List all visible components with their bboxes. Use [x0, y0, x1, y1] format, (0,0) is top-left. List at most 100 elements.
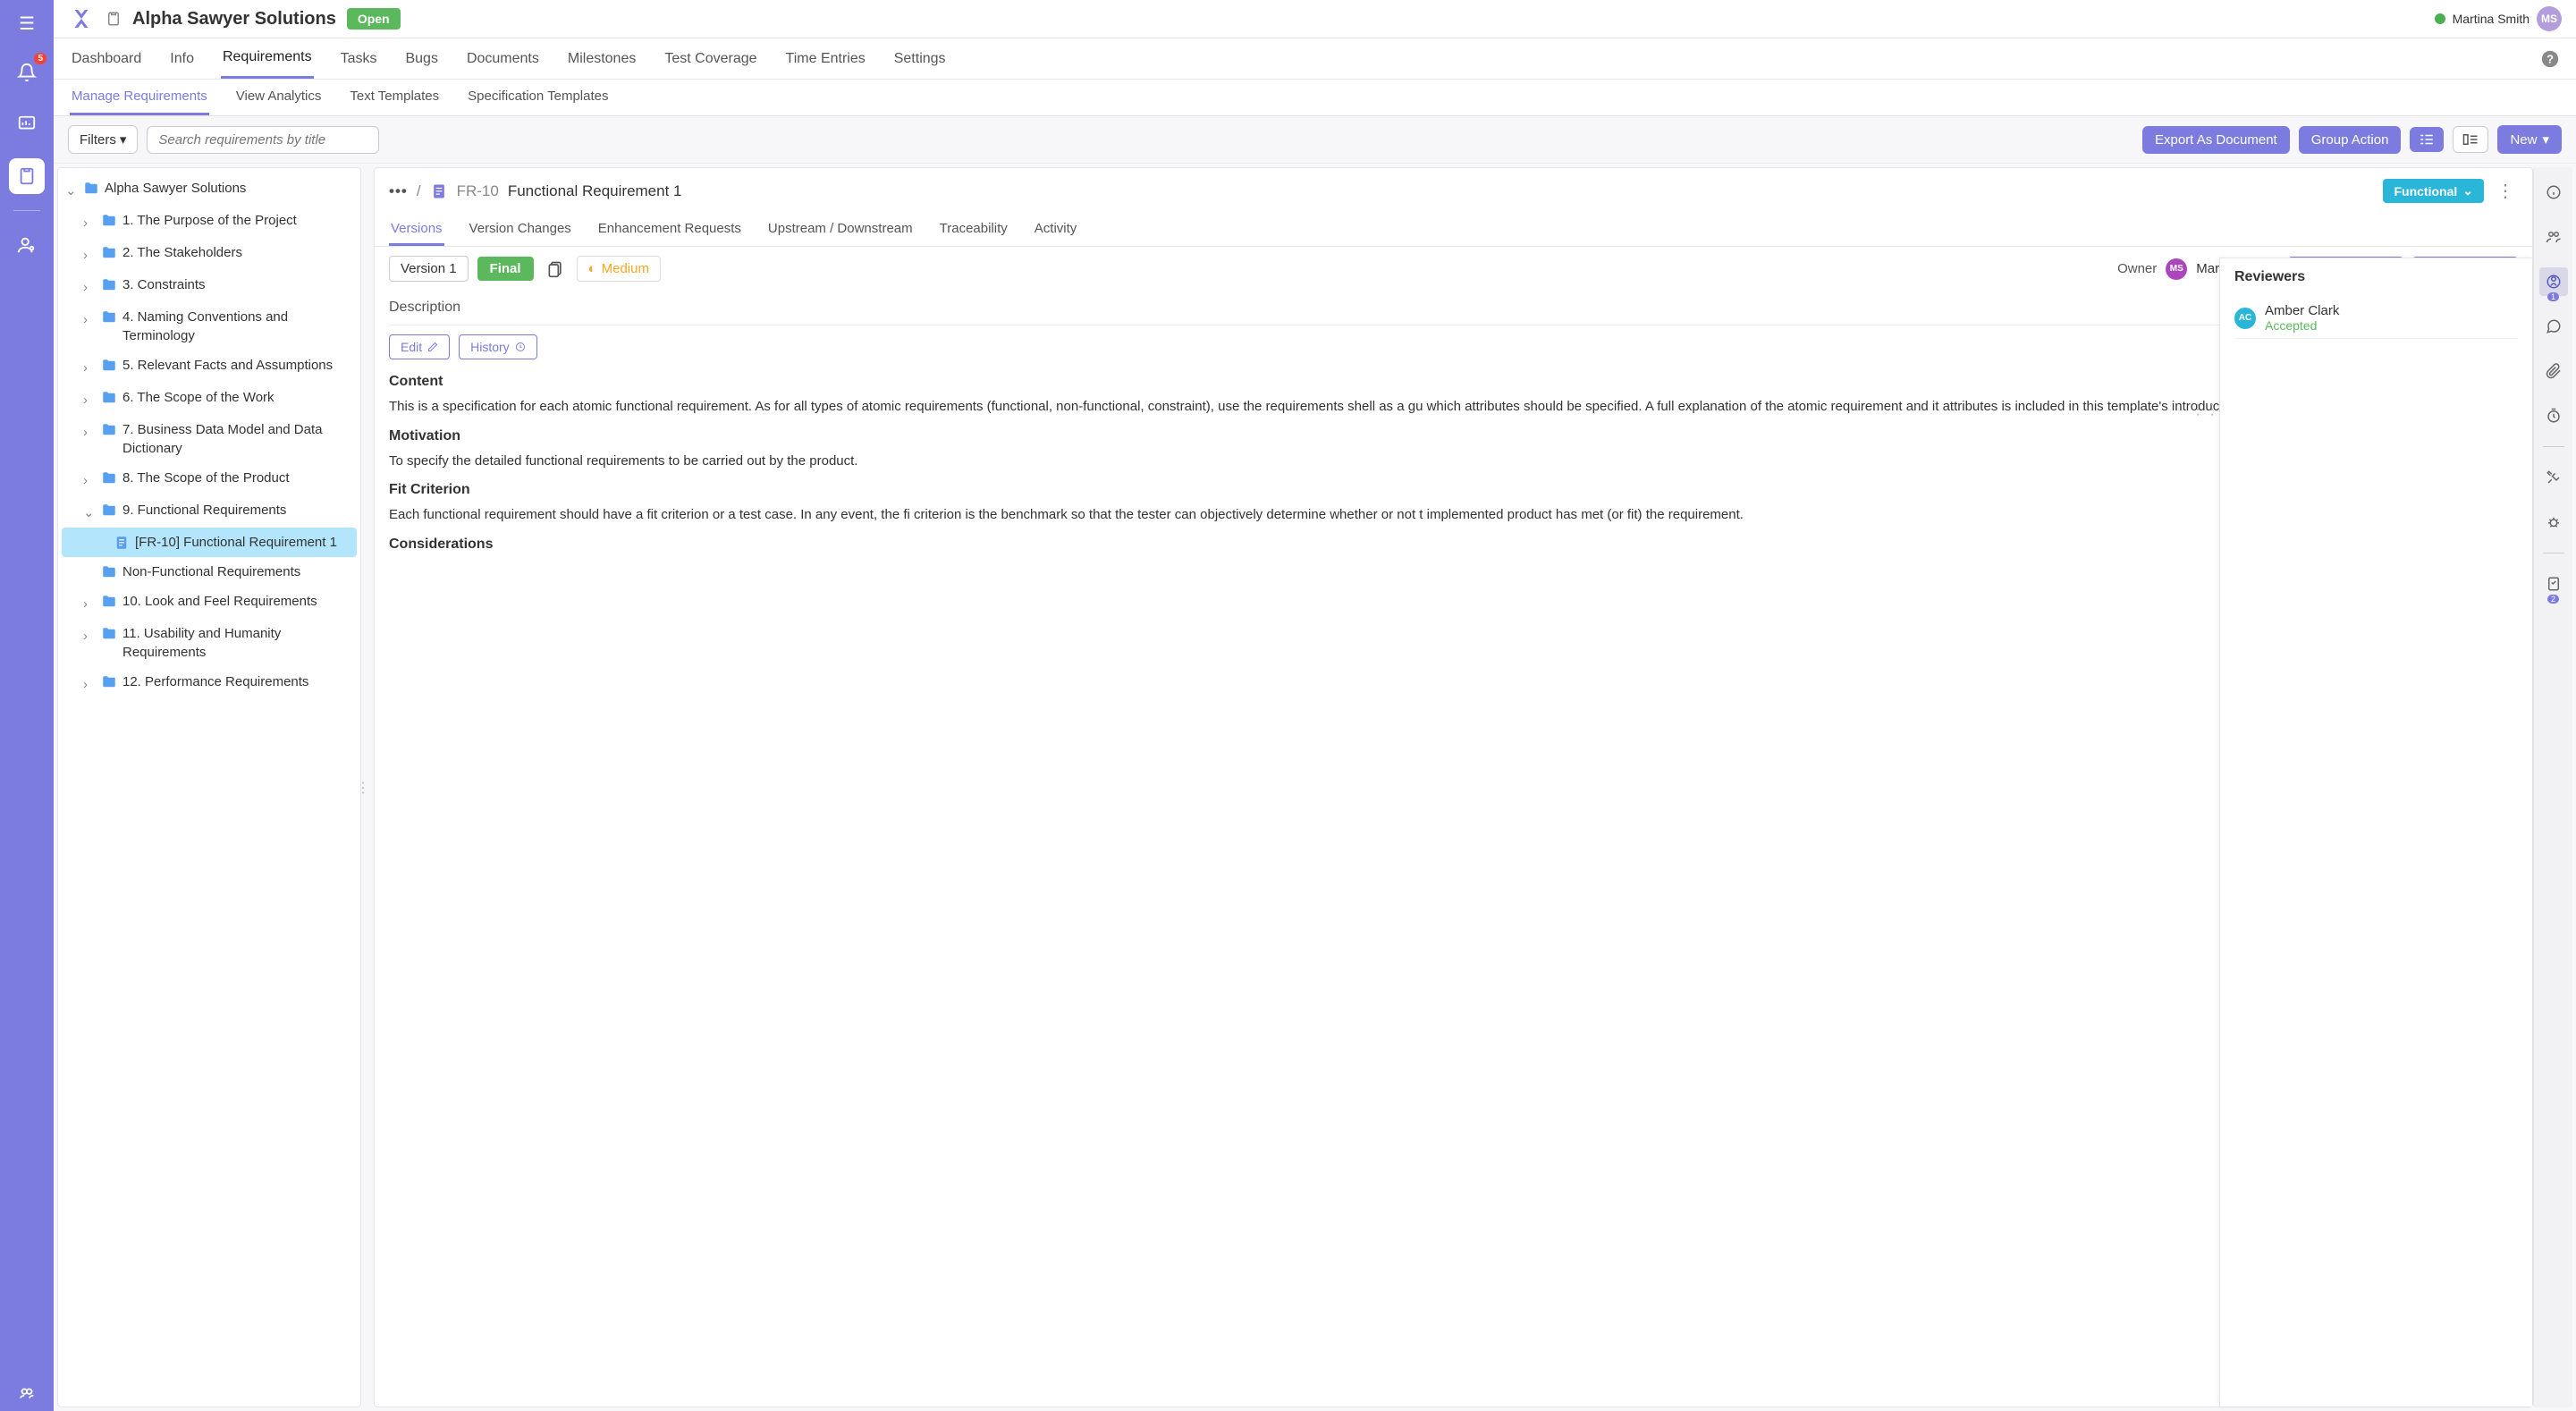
tab-milestones[interactable]: Milestones — [566, 40, 638, 78]
filters-button[interactable]: Filters ▾ — [68, 125, 138, 154]
chevron-right-icon: › — [83, 278, 96, 297]
tree-item[interactable]: ›10. Look and Feel Requirements — [58, 587, 360, 619]
tree-item[interactable]: › 5. Relevant Facts and Assumptions — [58, 351, 360, 383]
tab-documents[interactable]: Documents — [465, 40, 541, 78]
help-icon[interactable]: ? — [2540, 49, 2560, 69]
nav-projects-icon[interactable] — [9, 158, 45, 194]
view-list-icon[interactable] — [2410, 127, 2444, 152]
nav-support-icon[interactable] — [9, 1375, 45, 1411]
tab-activity[interactable]: Activity — [1033, 214, 1079, 246]
tree-item[interactable]: › 11. Usability and Humanity Requirements — [58, 619, 360, 667]
nav-notifications[interactable]: 5 — [9, 55, 45, 90]
project-status-pill[interactable]: Open — [347, 8, 401, 30]
tree-item[interactable]: ›2. The Stakeholders — [58, 238, 360, 270]
search-input[interactable] — [147, 126, 379, 154]
tab-enhancement[interactable]: Enhancement Requests — [596, 214, 743, 246]
breadcrumb-more[interactable]: ••• — [389, 182, 408, 200]
subtab-analytics[interactable]: View Analytics — [234, 80, 324, 115]
chevron-right-icon: › — [83, 359, 96, 377]
tree-item[interactable]: [FR-10] Functional Requirement 1 — [62, 528, 357, 557]
tab-bugs[interactable]: Bugs — [403, 40, 439, 78]
version-row: Version 1 Final ◐ Medium Owner MS Martin… — [375, 247, 2532, 291]
tab-dashboard[interactable]: Dashboard — [70, 40, 143, 78]
tree-item-label: 5. Relevant Facts and Assumptions — [122, 356, 353, 375]
detail-tabs: Versions Version Changes Enhancement Req… — [375, 214, 2532, 247]
tree-item[interactable]: ›8. The Scope of the Product — [58, 463, 360, 495]
user-avatar: MS — [2537, 6, 2562, 31]
rail-time-icon[interactable] — [2539, 401, 2568, 430]
tab-version-changes[interactable]: Version Changes — [468, 214, 573, 246]
tab-info[interactable]: Info — [168, 40, 196, 78]
rail-build-icon[interactable] — [2539, 463, 2568, 492]
view-grid-icon[interactable] — [2453, 126, 2488, 153]
tab-requirements[interactable]: Requirements — [221, 38, 314, 79]
tree-item[interactable]: › 6. The Scope of the Work — [58, 383, 360, 415]
tree-item[interactable]: ›7. Business Data Model and Data Diction… — [58, 415, 360, 463]
tab-versions[interactable]: Versions — [389, 214, 444, 246]
detail-panel: ••• / FR-10 Functional Requirement 1 Fun… — [374, 167, 2533, 1407]
slash: / — [417, 182, 421, 200]
subtab-text-templates[interactable]: Text Templates — [348, 80, 441, 115]
tree-item-label: 6. The Scope of the Work — [122, 388, 353, 407]
tab-settings[interactable]: Settings — [892, 40, 948, 78]
notification-badge: 5 — [34, 53, 46, 64]
chevron-right-icon: › — [83, 675, 96, 694]
nav-dashboard-icon[interactable] — [9, 106, 45, 142]
rail-comments-icon[interactable] — [2539, 312, 2568, 341]
tree-root-label: Alpha Sawyer Solutions — [105, 179, 353, 198]
kebab-menu-icon[interactable]: ⋮ — [2493, 180, 2518, 202]
tree-root[interactable]: ⌄ Alpha Sawyer Solutions — [58, 173, 360, 206]
chevron-right-icon: › — [83, 627, 96, 646]
copy-icon[interactable] — [543, 257, 568, 282]
left-nav-rail: ☰ 5 — [0, 0, 54, 1411]
tab-tasks[interactable]: Tasks — [339, 40, 379, 78]
tree-item[interactable]: ›12. Performance Requirements — [58, 667, 360, 699]
resize-handle-vertical[interactable]: ⋮⋮ — [2191, 401, 2219, 418]
priority-pill[interactable]: ◐ Medium — [577, 256, 661, 282]
history-button[interactable]: History — [459, 334, 537, 359]
tab-upstream[interactable]: Upstream / Downstream — [766, 214, 915, 246]
tree-item[interactable]: ›4. Naming Conventions and Terminology — [58, 302, 360, 351]
rail-tasks-icon[interactable]: 2 — [2539, 570, 2568, 598]
edit-button[interactable]: Edit — [389, 334, 450, 359]
tree-item[interactable]: ›3. Constraints — [58, 270, 360, 302]
motivation-heading: Motivation — [389, 428, 2518, 444]
type-dropdown[interactable]: Functional ⌄ — [2383, 179, 2484, 203]
breadcrumb: ••• / FR-10 Functional Requirement 1 Fun… — [375, 168, 2532, 214]
tree-item[interactable]: Non-Functional Requirements — [58, 557, 360, 587]
rail-contributors-icon[interactable] — [2539, 223, 2568, 251]
tree-item[interactable]: ›1. The Purpose of the Project — [58, 206, 360, 238]
tree-item-label: 9. Functional Requirements — [122, 501, 353, 520]
nav-users-icon[interactable] — [9, 227, 45, 263]
tree-item[interactable]: ⌄ 9. Functional Requirements — [58, 495, 360, 528]
subtab-spec-templates[interactable]: Specification Templates — [466, 80, 610, 115]
chevron-right-icon: › — [83, 310, 96, 329]
chevron-right-icon: › — [83, 391, 96, 410]
version-selector[interactable]: Version 1 — [389, 256, 469, 282]
priority-label: Medium — [602, 261, 649, 276]
tree-item-label: 1. The Purpose of the Project — [122, 211, 353, 230]
rail-attachments-icon[interactable] — [2539, 357, 2568, 385]
resize-handle[interactable]: ⋮⋮ — [367, 164, 374, 1411]
status-pill[interactable]: Final — [477, 257, 534, 281]
clock-icon — [515, 342, 526, 352]
rail-info-icon[interactable] — [2539, 178, 2568, 207]
tab-test-coverage[interactable]: Test Coverage — [663, 40, 758, 78]
user-menu[interactable]: Martina Smith MS — [2435, 6, 2562, 31]
tab-traceability[interactable]: Traceability — [938, 214, 1009, 246]
project-title: Alpha Sawyer Solutions — [132, 9, 336, 30]
new-button[interactable]: New ▾ — [2497, 125, 2562, 154]
reviewers-title: Reviewers — [2234, 269, 2518, 285]
reviewer-item[interactable]: AC Amber Clark Accepted — [2234, 298, 2518, 339]
rail-reviewers-icon[interactable]: 1 — [2539, 267, 2568, 296]
tree-item-label: 11. Usability and Humanity Requirements — [122, 624, 353, 662]
hamburger-icon[interactable]: ☰ — [15, 9, 38, 38]
group-action-button[interactable]: Group Action — [2299, 126, 2402, 154]
reviewer-name: Amber Clark — [2265, 303, 2339, 318]
subtab-manage[interactable]: Manage Requirements — [70, 80, 209, 115]
rail-bugs-icon[interactable] — [2539, 508, 2568, 537]
export-button[interactable]: Export As Document — [2142, 126, 2290, 154]
chevron-down-icon: ⌄ — [83, 503, 96, 522]
svg-text:?: ? — [2546, 52, 2554, 65]
tab-time-entries[interactable]: Time Entries — [784, 40, 867, 78]
